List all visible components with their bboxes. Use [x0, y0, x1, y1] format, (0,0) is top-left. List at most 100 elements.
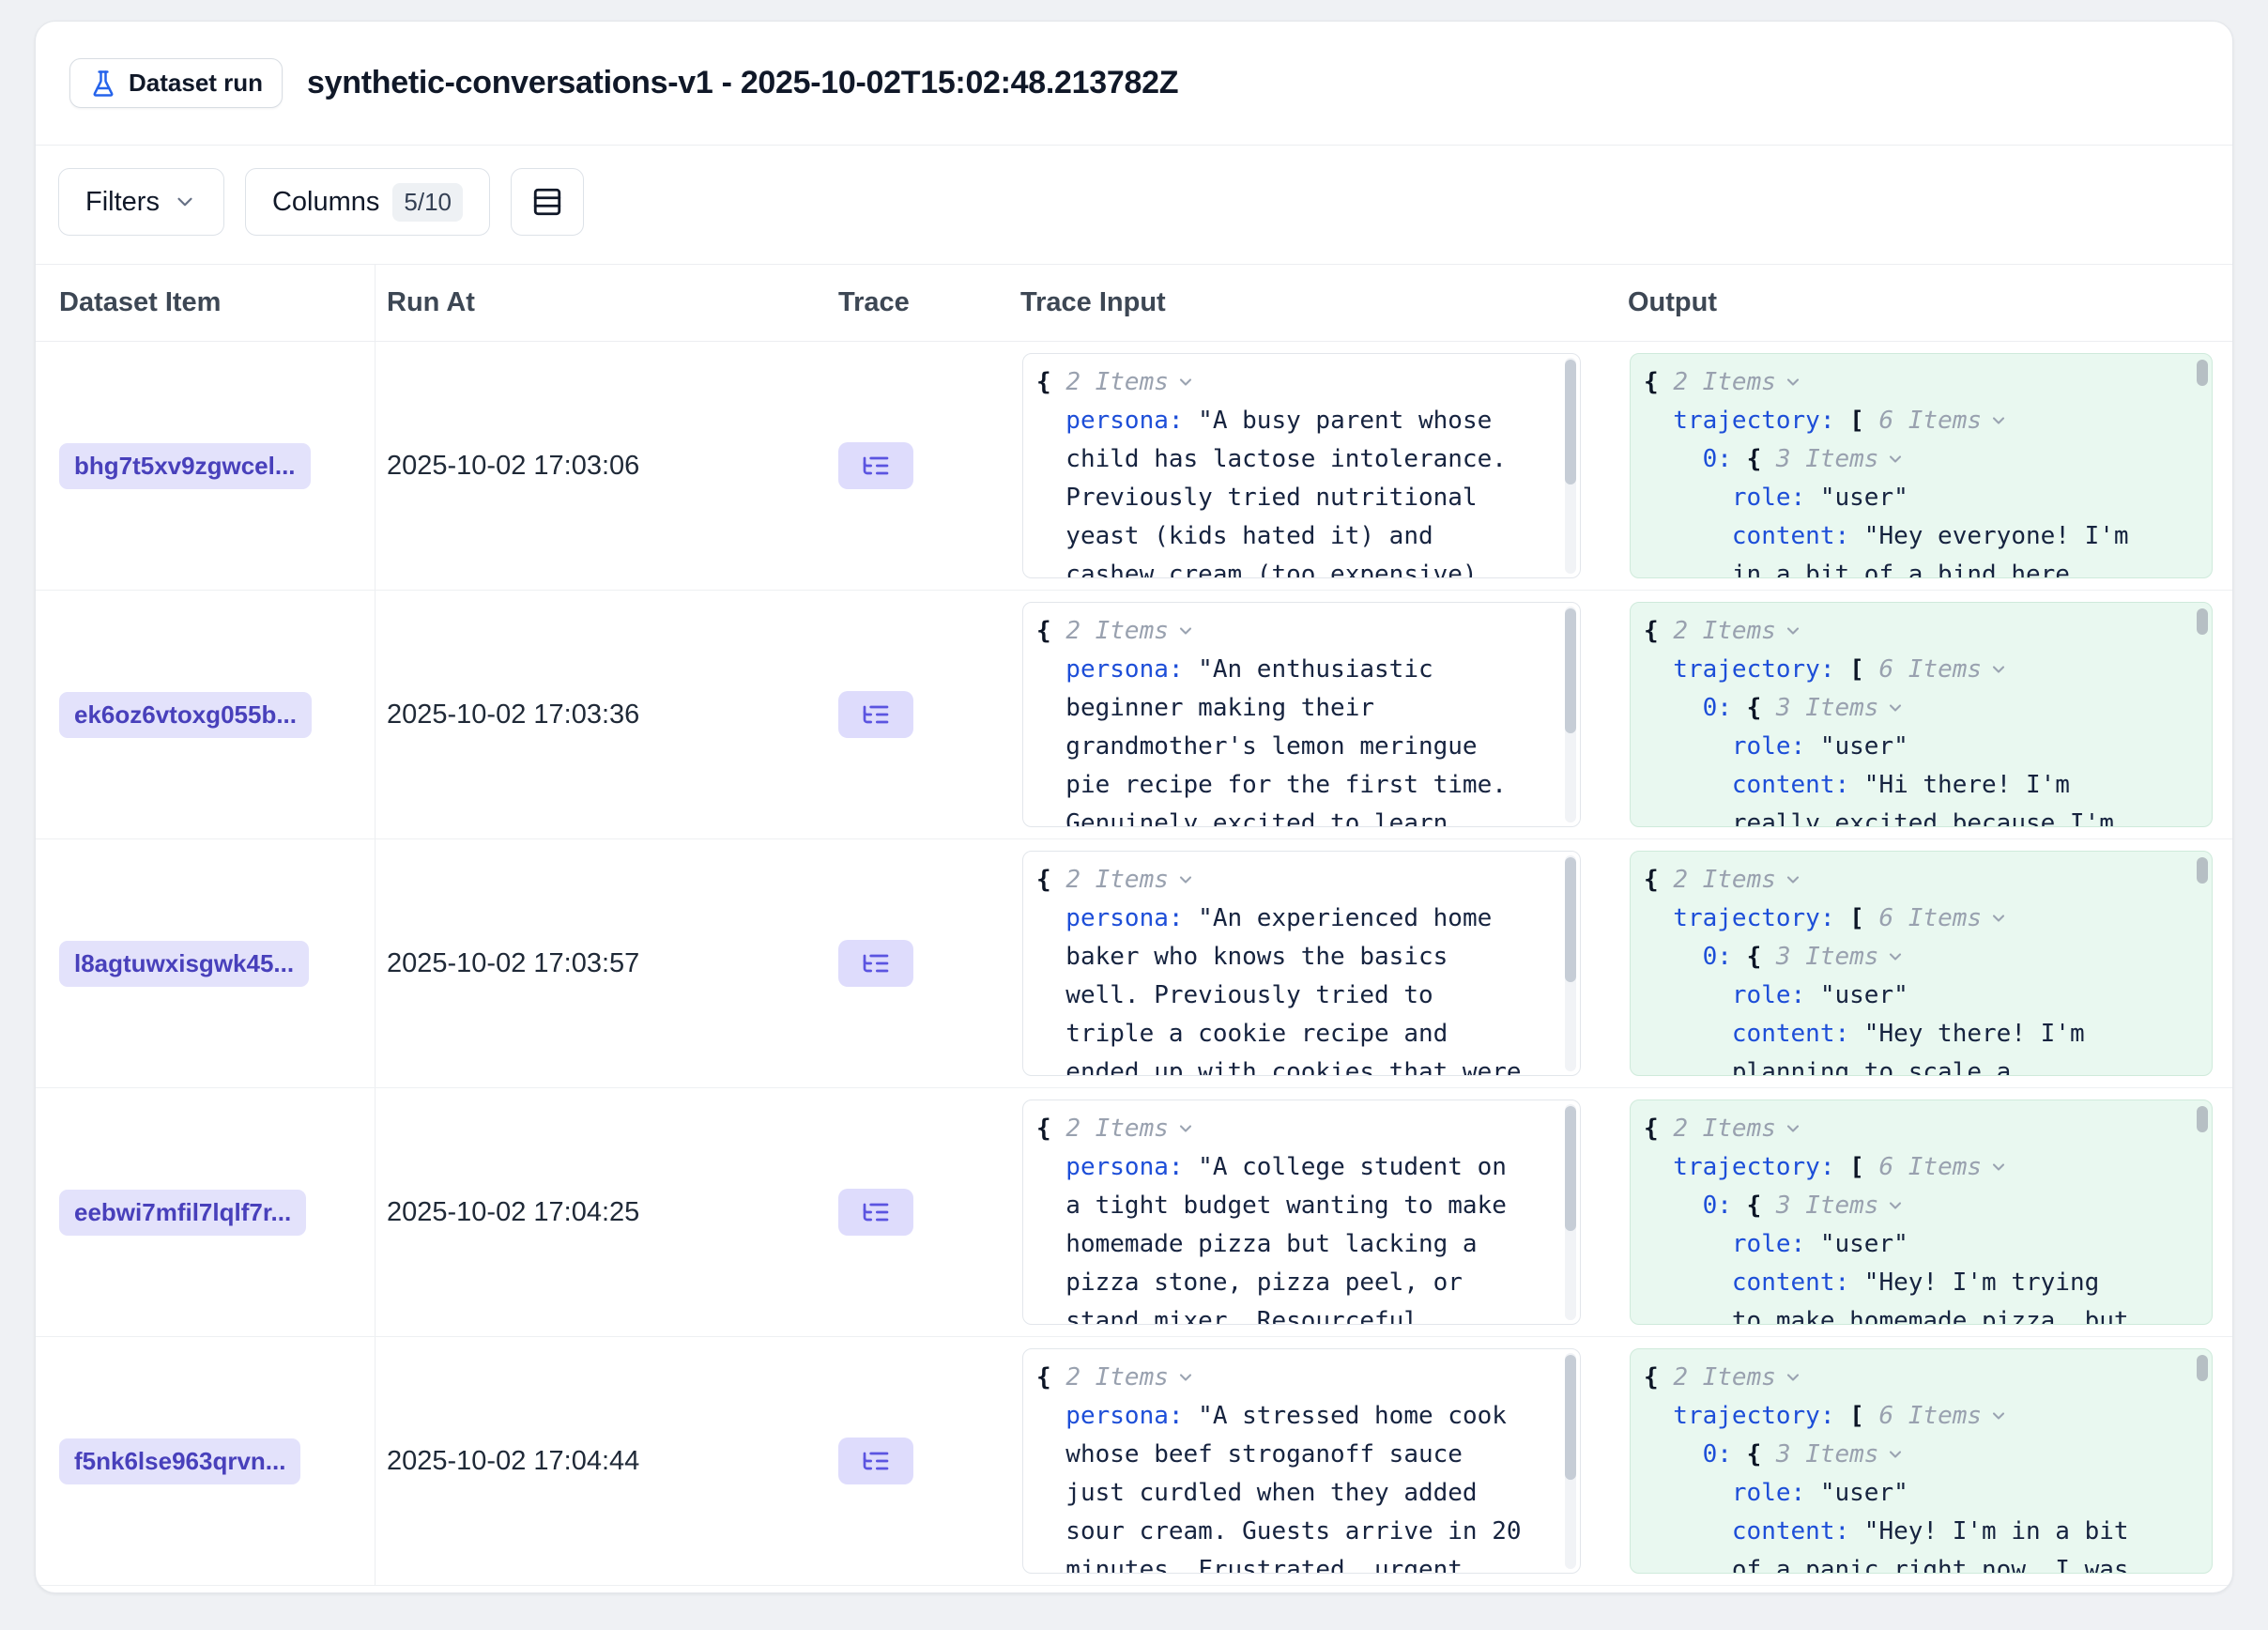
dataset-item-link[interactable]: eebwi7mfil7lqlf7r...: [59, 1190, 306, 1236]
scrollbar-thumb[interactable]: [1565, 857, 1576, 982]
columns-button[interactable]: Columns 5/10: [245, 168, 490, 236]
trace-view-button[interactable]: [838, 940, 913, 987]
output-json-panel[interactable]: { 2 Itemstrajectory: [ 6 Items0: { 3 Ite…: [1630, 1099, 2213, 1325]
collapse-chevron-icon[interactable]: [1989, 909, 2008, 928]
trace-view-button[interactable]: [838, 691, 913, 738]
collapse-chevron-icon[interactable]: [1784, 622, 1802, 640]
json-line: role: "user": [1644, 1474, 2180, 1513]
scrollbar-thumb[interactable]: [2197, 1106, 2208, 1132]
json-line: trajectory: [ 6 Items: [1644, 900, 2180, 938]
scrollbar-thumb[interactable]: [2197, 360, 2208, 386]
table-row: eebwi7mfil7lqlf7r... 2025-10-02 17:04:25…: [36, 1088, 2232, 1337]
row-height-button[interactable]: [511, 168, 584, 236]
collapse-chevron-icon[interactable]: [1784, 870, 1802, 889]
collapse-chevron-icon[interactable]: [1886, 699, 1905, 717]
collapse-chevron-icon[interactable]: [1886, 947, 1905, 966]
scrollbar-thumb[interactable]: [1565, 1355, 1576, 1480]
dataset-item-link[interactable]: bhg7t5xv9zgwcel...: [59, 443, 311, 489]
column-header-trace-input: Trace Input: [1020, 287, 1628, 318]
filters-button-label: Filters: [85, 187, 160, 218]
scrollbar-thumb[interactable]: [1565, 1106, 1576, 1231]
json-line: Previously tried nutritional: [1036, 479, 1548, 517]
json-line: yeast (kids hated it) and: [1036, 517, 1548, 556]
scrollbar-thumb[interactable]: [2197, 608, 2208, 635]
collapse-chevron-icon[interactable]: [1176, 870, 1195, 889]
card-header: Dataset run synthetic-conversations-v1 -…: [36, 22, 2232, 146]
json-line: trajectory: [ 6 Items: [1644, 1148, 2180, 1187]
trace-input-json-panel[interactable]: { 2 Itemspersona: "A busy parent whosech…: [1022, 353, 1581, 578]
run-at-value: 2025-10-02 17:03:57: [387, 948, 639, 979]
output-json-panel[interactable]: { 2 Itemstrajectory: [ 6 Items0: { 3 Ite…: [1630, 1348, 2213, 1574]
json-line: 0: { 3 Items: [1644, 938, 2180, 976]
collapse-chevron-icon[interactable]: [1176, 373, 1195, 392]
scrollbar-thumb[interactable]: [2197, 857, 2208, 884]
collapse-chevron-icon[interactable]: [1989, 1407, 2008, 1425]
collapse-chevron-icon[interactable]: [1176, 1368, 1195, 1387]
trace-view-button[interactable]: [838, 1189, 913, 1236]
collapse-chevron-icon[interactable]: [1176, 622, 1195, 640]
dataset-item-link[interactable]: ek6oz6vtoxg055b...: [59, 692, 312, 738]
json-line: { 2 Items: [1644, 1359, 2180, 1397]
trace-input-json-panel[interactable]: { 2 Itemspersona: "A stressed home cookw…: [1022, 1348, 1581, 1574]
scrollbar-track: [2197, 1353, 2208, 1569]
scrollbar-track: [1565, 358, 1576, 574]
json-line: content: "Hey everyone! I'm: [1644, 517, 2180, 556]
json-line: in a bit of a bind here...: [1644, 556, 2180, 578]
trace-view-button[interactable]: [838, 442, 913, 489]
trace-cell: [838, 1337, 1020, 1585]
output-json-panel[interactable]: { 2 Itemstrajectory: [ 6 Items0: { 3 Ite…: [1630, 602, 2213, 827]
collapse-chevron-icon[interactable]: [1176, 1119, 1195, 1138]
json-line: grandmother's lemon meringue: [1036, 728, 1548, 766]
page-title: synthetic-conversations-v1 - 2025-10-02T…: [307, 65, 1178, 101]
json-line: minutes. Frustrated, urgent: [1036, 1551, 1548, 1574]
collapse-chevron-icon[interactable]: [1784, 1368, 1802, 1387]
scrollbar-thumb[interactable]: [1565, 608, 1576, 733]
table-row: f5nk6lse963qrvn... 2025-10-02 17:04:44 {…: [36, 1337, 2232, 1586]
list-tree-icon: [861, 948, 891, 978]
json-line: role: "user": [1644, 976, 2180, 1015]
columns-count-badge: 5/10: [392, 183, 463, 222]
toolbar: Filters Columns 5/10: [36, 146, 2232, 264]
dataset-item-link[interactable]: l8agtuwxisgwk45...: [59, 941, 309, 987]
json-viewer: { 2 Itemspersona: "An enthusiasticbeginn…: [1036, 612, 1548, 827]
json-line: { 2 Items: [1036, 363, 1548, 402]
trace-input-json-panel[interactable]: { 2 Itemspersona: "A college student ona…: [1022, 1099, 1581, 1325]
dataset-item-cell: f5nk6lse963qrvn...: [36, 1337, 375, 1585]
json-viewer: { 2 Itemstrajectory: [ 6 Items0: { 3 Ite…: [1644, 363, 2180, 578]
collapse-chevron-icon[interactable]: [1989, 1158, 2008, 1176]
collapse-chevron-icon[interactable]: [1886, 450, 1905, 469]
scrollbar-thumb[interactable]: [1565, 360, 1576, 484]
trace-cell: [838, 591, 1020, 838]
json-line: persona: "A college student on: [1036, 1148, 1548, 1187]
output-json-panel[interactable]: { 2 Itemstrajectory: [ 6 Items0: { 3 Ite…: [1630, 353, 2213, 578]
json-viewer: { 2 Itemstrajectory: [ 6 Items0: { 3 Ite…: [1644, 1110, 2180, 1325]
trace-view-button[interactable]: [838, 1438, 913, 1484]
run-at-value: 2025-10-02 17:03:06: [387, 451, 639, 482]
collapse-chevron-icon[interactable]: [1886, 1196, 1905, 1215]
collapse-chevron-icon[interactable]: [1989, 660, 2008, 679]
scrollbar-thumb[interactable]: [2197, 1355, 2208, 1381]
scrollbar-track: [2197, 607, 2208, 823]
json-line: well. Previously tried to: [1036, 976, 1548, 1015]
trace-input-json-panel[interactable]: { 2 Itemspersona: "An experienced homeba…: [1022, 851, 1581, 1076]
json-line: { 2 Items: [1036, 1110, 1548, 1148]
collapse-chevron-icon[interactable]: [1784, 373, 1802, 392]
output-cell: { 2 Itemstrajectory: [ 6 Items0: { 3 Ite…: [1628, 591, 2232, 838]
json-line: child has lactose intolerance.: [1036, 440, 1548, 479]
collapse-chevron-icon[interactable]: [1886, 1445, 1905, 1464]
trace-input-cell: { 2 Itemspersona: "A college student ona…: [1020, 1088, 1628, 1336]
json-line: { 2 Items: [1644, 861, 2180, 900]
dataset-item-link[interactable]: f5nk6lse963qrvn...: [59, 1438, 300, 1484]
json-line: { 2 Items: [1036, 1359, 1548, 1397]
json-line: { 2 Items: [1036, 612, 1548, 651]
collapse-chevron-icon[interactable]: [1784, 1119, 1802, 1138]
filters-button[interactable]: Filters: [58, 168, 224, 236]
collapse-chevron-icon[interactable]: [1989, 411, 2008, 430]
columns-button-label: Columns: [272, 187, 379, 218]
trace-cell: [838, 342, 1020, 590]
trace-input-json-panel[interactable]: { 2 Itemspersona: "An enthusiasticbeginn…: [1022, 602, 1581, 827]
trace-input-cell: { 2 Itemspersona: "An enthusiasticbeginn…: [1020, 591, 1628, 838]
json-line: 0: { 3 Items: [1644, 1436, 2180, 1474]
output-cell: { 2 Itemstrajectory: [ 6 Items0: { 3 Ite…: [1628, 342, 2232, 590]
output-json-panel[interactable]: { 2 Itemstrajectory: [ 6 Items0: { 3 Ite…: [1630, 851, 2213, 1076]
